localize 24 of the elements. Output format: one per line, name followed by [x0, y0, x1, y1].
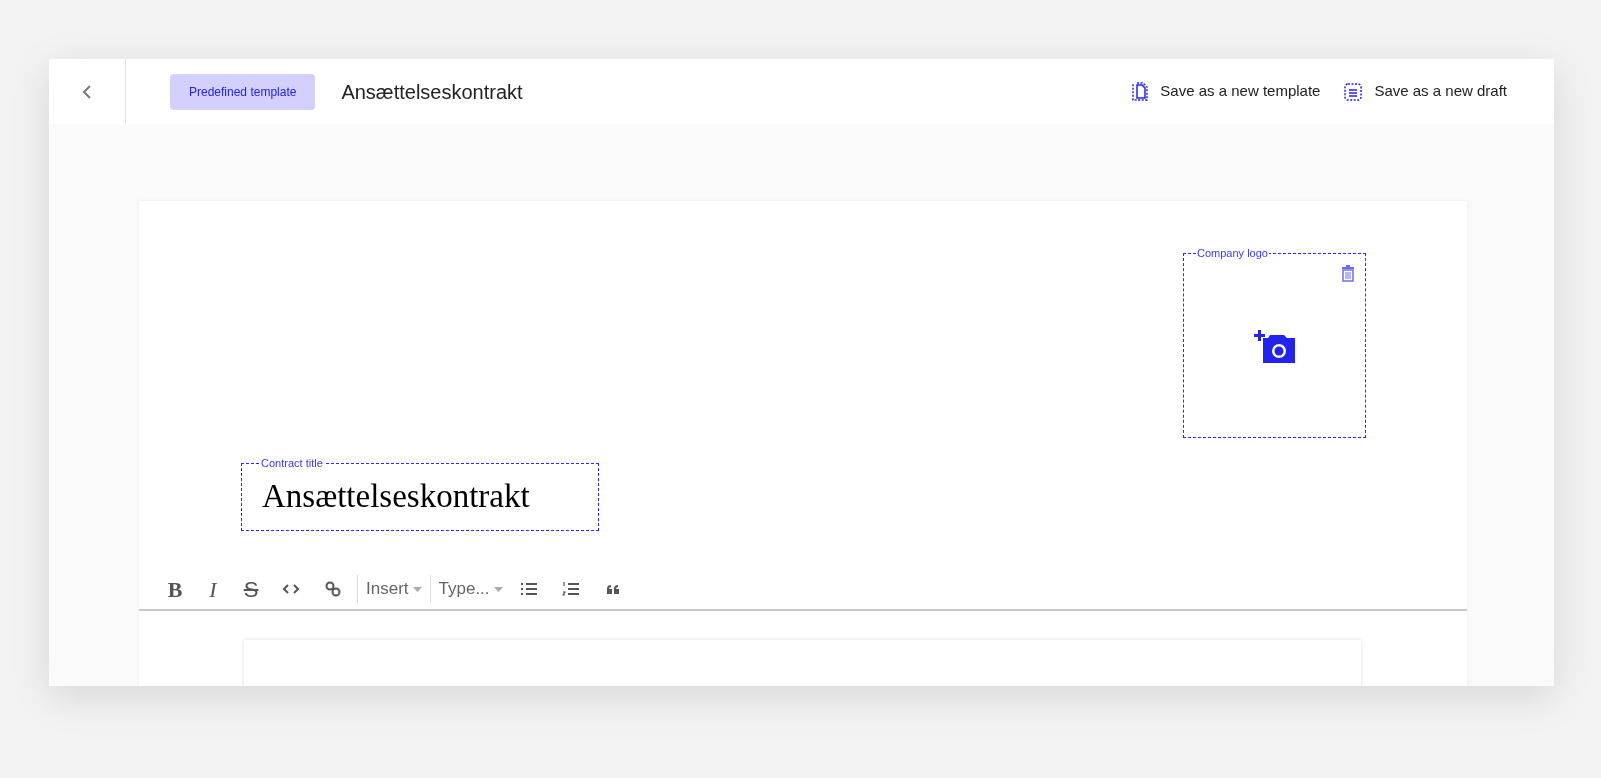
dropdown-button[interactable]: Insert: [364, 573, 424, 605]
bullet-list-icon: [519, 582, 538, 596]
caret-icon: [493, 586, 503, 592]
link-icon: [324, 580, 342, 598]
save-draft-button[interactable]: Save as a new draft: [1344, 80, 1507, 103]
numbered-list-icon: [561, 581, 580, 597]
quote-icon: [605, 583, 620, 595]
trash-icon[interactable]: [1341, 265, 1355, 282]
strikethrough-button[interactable]: S: [235, 573, 267, 605]
document-icon: [1132, 82, 1149, 101]
document-title: Ansættelseskontrakt: [341, 79, 523, 105]
template-badge: Predefined template: [170, 73, 316, 110]
field-label: Contract title: [260, 456, 324, 470]
dropdown-button[interactable]: Type...: [436, 573, 505, 605]
caret-icon: [412, 586, 422, 592]
save-template-button[interactable]: Save as a new template: [1132, 80, 1321, 103]
add-photo-icon[interactable]: [1253, 327, 1296, 364]
contract-title: Ansættelseskontrakt: [262, 477, 530, 517]
bold-button[interactable]: B: [159, 573, 191, 605]
italic-button[interactable]: I: [197, 573, 229, 605]
code-icon: [283, 583, 299, 595]
field-label: Company logo: [1196, 246, 1269, 260]
back-icon: [82, 83, 92, 100]
draft-icon: [1344, 82, 1363, 101]
